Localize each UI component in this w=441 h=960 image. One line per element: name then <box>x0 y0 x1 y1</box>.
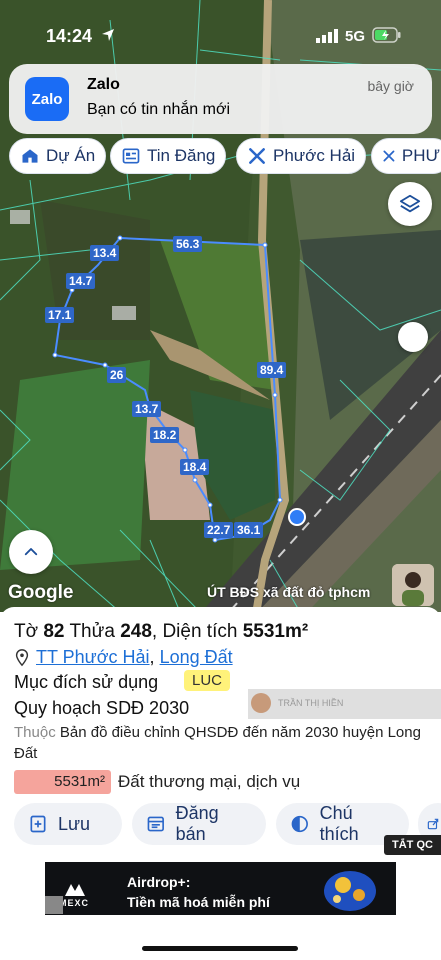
edge-length-label: 13.4 <box>90 245 120 261</box>
sheet-number: 82 <box>43 621 65 642</box>
google-attribution: Google <box>8 582 74 603</box>
tools-icon <box>249 148 265 164</box>
edge-length-label: 26 <box>107 367 127 383</box>
legend-icon <box>291 815 308 833</box>
land-use-purpose-label: Mục đích sử dụng <box>14 672 159 692</box>
mexc-logo-icon <box>65 884 85 896</box>
location-arrow-icon <box>102 29 114 41</box>
parcel-info-sheet: Tờ 82 Thửa 248, Diện tích 5531m² TT Phướ… <box>0 607 441 857</box>
list-for-sale-label: Đăng bán <box>175 803 219 844</box>
plan-source-label: Thuộc <box>14 724 56 741</box>
video-watermark: ÚT BĐS xã đất đỏ tphcm <box>207 584 371 600</box>
current-location-dot <box>288 508 306 526</box>
ad-banner[interactable]: MEXC Airdrop+: Tiền mã hoá miễn phí <box>45 862 396 915</box>
area-value: 5531m² <box>242 621 309 642</box>
house-icon <box>22 149 38 163</box>
plan-source-text: Bản đồ điều chỉnh QHSDĐ đến năm 2030 huy… <box>14 724 421 762</box>
notification-time: bây giờ <box>367 78 414 94</box>
close-ads-button[interactable]: TẮT QC <box>384 835 441 855</box>
battery-charging-icon <box>372 27 401 43</box>
edge-length-label: 36.1 <box>234 522 264 538</box>
parcel-number: 248 <box>120 621 152 642</box>
ward-link[interactable]: TT Phước Hải <box>36 647 150 668</box>
edge-length-label: 89.4 <box>257 362 287 378</box>
chip-label: Dự Án <box>46 146 96 165</box>
parcel-title: Tờ 82 Thửa 248, Diện tích 5531m² <box>14 621 309 642</box>
map-drag-handle[interactable] <box>398 322 428 352</box>
tools-icon <box>383 150 395 162</box>
map-layers-button[interactable] <box>388 182 432 226</box>
listing-icon <box>147 816 164 832</box>
avatar <box>251 693 271 713</box>
chip-label: PHƯ <box>401 146 440 165</box>
ad-brand: MEXC <box>59 898 90 908</box>
edge-length-label: 56.3 <box>173 236 203 252</box>
plan-title: Quy hoạch SDĐ 2030 <box>14 698 190 718</box>
plan-source: Thuộc Bản đồ điều chỉnh QHSDĐ đến năm 20… <box>14 722 434 764</box>
watermark-avatar <box>392 564 434 606</box>
list-for-sale-button[interactable]: Đăng bán <box>132 803 266 845</box>
district-link[interactable]: Long Đất <box>160 647 233 668</box>
ad-line-2: Tiền mã hoá miễn phí <box>127 894 270 910</box>
chip-phuoc[interactable]: PHƯ <box>371 138 441 174</box>
home-indicator[interactable] <box>142 946 298 951</box>
edge-length-label: 17.1 <box>45 307 75 323</box>
zalo-notification[interactable]: Zalo Zalo Bạn có tin nhắn mới bây giờ <box>9 64 432 134</box>
video-overlay-name-tag: TRẦN THỊ HIỀN <box>248 689 441 719</box>
layers-icon <box>399 194 421 213</box>
save-icon <box>30 815 46 833</box>
edge-length-label: 18.4 <box>180 459 210 475</box>
status-time: 14:24 <box>46 26 93 46</box>
zalo-app-icon: Zalo <box>25 77 69 121</box>
ad-line-1: Airdrop+: <box>127 874 191 890</box>
chip-phuoc-hai[interactable]: Phước Hải <box>236 138 367 174</box>
chip-tin-dang[interactable]: Tin Đăng <box>110 138 227 174</box>
expand-sheet-button[interactable] <box>9 530 53 574</box>
save-label: Lưu <box>58 813 91 834</box>
status-bar: 14:24 5G <box>0 0 441 64</box>
edge-length-label: 14.7 <box>66 273 96 289</box>
news-icon <box>122 148 140 164</box>
map-pin-icon <box>15 648 29 666</box>
parcel-address: TT Phước Hải, Long Đất <box>14 647 233 668</box>
network-type: 5G <box>345 28 366 45</box>
edge-length-label: 18.2 <box>150 427 180 443</box>
area-label: Diện tích <box>162 621 238 642</box>
edge-length-label: 22.7 <box>204 522 234 538</box>
edge-length-label: 13.7 <box>132 401 162 417</box>
ad-choices-icon[interactable] <box>45 896 63 914</box>
chip-du-an[interactable]: Dự Án <box>9 138 107 174</box>
chevron-up-icon <box>24 548 38 556</box>
plan-area-bar: 5531m² <box>14 770 111 794</box>
parcel-label: Thửa <box>69 621 115 642</box>
land-use-code-badge: LUC <box>184 670 231 691</box>
chip-label: Phước Hải <box>273 146 356 165</box>
overlay-name: TRẦN THỊ HIỀN <box>278 698 344 708</box>
ad-artwork <box>324 871 376 911</box>
sheet-label: Tờ <box>14 621 39 642</box>
ad-area: MEXC Airdrop+: Tiền mã hoá miễn phí <box>0 857 441 960</box>
notification-title: Zalo <box>87 76 120 93</box>
plan-land-use: Đất thương mại, dịch vụ <box>118 772 301 791</box>
chip-label: Tin Đăng <box>147 146 216 165</box>
save-button[interactable]: Lưu <box>14 803 122 845</box>
signal-icon <box>316 29 338 43</box>
share-icon <box>427 818 439 830</box>
notification-message: Bạn có tin nhắn mới <box>87 101 231 118</box>
